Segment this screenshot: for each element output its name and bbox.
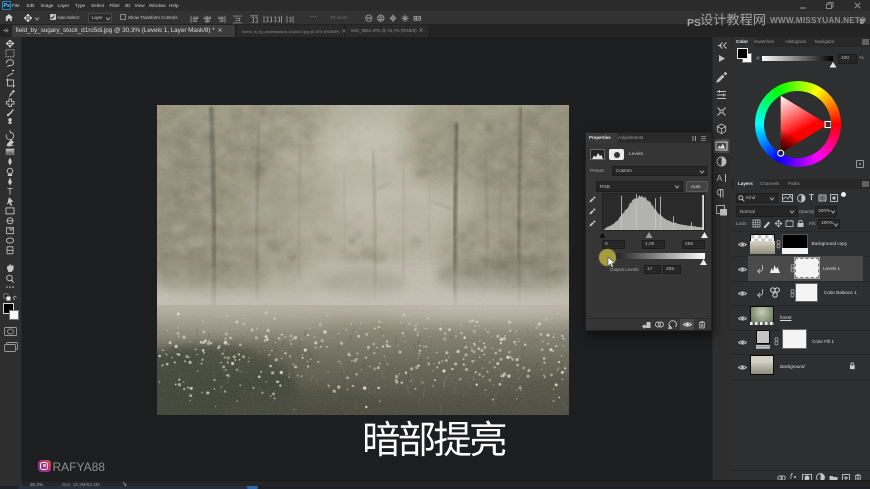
svg-text:A: A xyxy=(717,173,723,183)
svg-text:T: T xyxy=(7,187,13,197)
svg-text:PS: PS xyxy=(687,17,701,29)
